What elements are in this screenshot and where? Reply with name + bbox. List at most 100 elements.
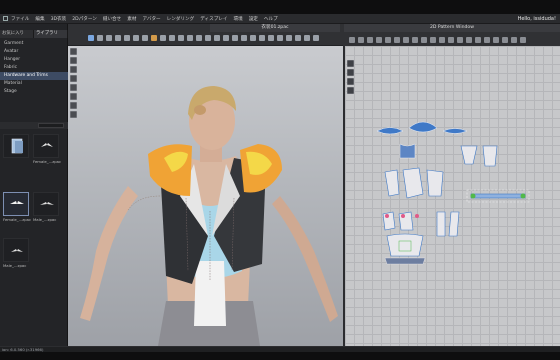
library-item-garment[interactable]: Garment: [0, 40, 68, 48]
2d-darts-icon[interactable]: [412, 36, 418, 43]
garment-shoulder-left: [148, 144, 192, 196]
2d-graphic-icon[interactable]: [457, 36, 463, 43]
move-tool-icon[interactable]: [97, 35, 103, 41]
menu-3d-garment[interactable]: 3D衣装: [51, 16, 67, 22]
2d-pleat-icon[interactable]: [475, 36, 481, 43]
pattern-lower-2: [398, 211, 414, 231]
pattern-strip-2: [448, 211, 460, 237]
thumbnail-male-2[interactable]: Male_...zpac: [3, 238, 31, 272]
library-search-input[interactable]: [38, 123, 64, 128]
2d-select-tool-icon[interactable]: [349, 36, 355, 43]
pattern-visibility-icon[interactable]: [347, 78, 354, 85]
topstitch-tool-icon[interactable]: [214, 35, 220, 41]
2d-circle-icon[interactable]: [394, 36, 400, 43]
graphic-tool-icon[interactable]: [241, 35, 247, 41]
pattern-select-icon[interactable]: [347, 60, 354, 67]
menu-help[interactable]: ヘルプ: [264, 16, 278, 22]
2d-edit-sew-icon[interactable]: [439, 36, 445, 43]
library-item-fabric[interactable]: Fabric: [0, 64, 68, 72]
fold-tool-icon[interactable]: [124, 35, 130, 41]
pattern-belt-selected: [470, 193, 526, 199]
library-item-stage[interactable]: Stage: [0, 88, 68, 96]
2d-rectangle-icon[interactable]: [385, 36, 391, 43]
library-item-avatar[interactable]: Avatar: [0, 48, 68, 56]
trim-tool-icon[interactable]: [223, 35, 229, 41]
texture-tool-icon[interactable]: [232, 35, 238, 41]
2d-polygon-icon[interactable]: [376, 36, 382, 43]
thumbnail-male-1[interactable]: Male_...zpac: [33, 192, 61, 226]
menu-sewing[interactable]: 縫い合せ: [103, 16, 121, 22]
2d-pattern-canvas[interactable]: [343, 46, 560, 346]
display-tool-icon[interactable]: [277, 35, 283, 41]
2d-measure-icon[interactable]: [493, 36, 499, 43]
tack-tool-icon[interactable]: [115, 35, 121, 41]
camera-tool-icon[interactable]: [70, 48, 77, 55]
pattern-edit-icon[interactable]: [347, 69, 354, 76]
arrangement-view-icon[interactable]: [70, 93, 77, 100]
shading-tool-icon[interactable]: [313, 35, 319, 41]
tab-library[interactable]: ライブラリ: [34, 30, 68, 38]
menu-render[interactable]: レンダリング: [167, 16, 195, 22]
arrange-tool-icon[interactable]: [133, 35, 139, 41]
2d-edit-point-icon[interactable]: [358, 36, 364, 43]
select-tool-icon[interactable]: [88, 35, 94, 41]
library-item-hanger[interactable]: Hanger: [0, 56, 68, 64]
tab-favorites[interactable]: お気に入り: [0, 30, 34, 38]
fabric-view-icon[interactable]: [70, 75, 77, 82]
3d-viewport[interactable]: [68, 46, 343, 346]
library-item-hardware-trims[interactable]: Hardware and Trims: [0, 72, 68, 80]
2d-free-sew-icon[interactable]: [430, 36, 436, 43]
menu-edit[interactable]: 編集: [35, 16, 44, 22]
bounding-tool-icon[interactable]: [304, 35, 310, 41]
measure-tool-icon[interactable]: [160, 35, 166, 41]
thumbnail-folder[interactable]: [3, 134, 31, 168]
pin-tool-icon[interactable]: [142, 35, 148, 41]
wireframe-tool-icon[interactable]: [286, 35, 292, 41]
2d-annotation-icon[interactable]: [502, 36, 508, 43]
menu-settings[interactable]: 設定: [249, 16, 258, 22]
pattern-sleeve-1: [460, 145, 478, 165]
library-item-material[interactable]: Material: [0, 80, 68, 88]
pattern-ruffle-mark-3: [415, 214, 419, 218]
2d-texture-icon[interactable]: [448, 36, 454, 43]
avatar-tool-icon[interactable]: [268, 35, 274, 41]
thumbnail-female-2[interactable]: Female_...zpac: [3, 192, 31, 226]
2d-curve-point-icon[interactable]: [367, 36, 373, 43]
simulate-tool-icon[interactable]: [151, 35, 157, 41]
light-view-icon[interactable]: [70, 84, 77, 91]
texture-view-icon[interactable]: [70, 102, 77, 109]
thumbnail-female-1[interactable]: Female_...zpac: [33, 134, 61, 168]
menu-display[interactable]: ディスプレイ: [200, 16, 227, 22]
menu-materials[interactable]: 素材: [127, 16, 136, 22]
library-list: Garment Avatar Hanger Fabric Hardware an…: [0, 40, 68, 96]
app-logo-icon: [3, 16, 8, 21]
avatar-view-icon[interactable]: [70, 57, 77, 64]
pattern-sleeve-2: [482, 145, 498, 167]
menu-file[interactable]: ファイル: [11, 16, 29, 22]
strain-map-icon[interactable]: [187, 35, 193, 41]
menu-environment[interactable]: 環境: [233, 16, 242, 22]
xray-tool-icon[interactable]: [295, 35, 301, 41]
rotate-tool-icon[interactable]: [106, 35, 112, 41]
viewport-file-title: 衣装01.zpac: [210, 24, 340, 32]
style-line-tool-icon[interactable]: [169, 35, 175, 41]
2d-segment-sew-icon[interactable]: [421, 36, 427, 43]
male-garment-thumbnail-icon: [3, 238, 29, 262]
2d-grade-icon[interactable]: [511, 36, 517, 43]
2d-more-icon[interactable]: [520, 36, 526, 43]
render-tool-icon[interactable]: [259, 35, 265, 41]
pattern-layer-icon[interactable]: [347, 87, 354, 94]
zipper-tool-icon[interactable]: [205, 35, 211, 41]
menu-2d-pattern[interactable]: 2Dパターン: [72, 16, 97, 22]
menu-avatar[interactable]: アバター: [142, 16, 160, 22]
2d-fold-icon[interactable]: [466, 36, 472, 43]
fitting-tool-icon[interactable]: [178, 35, 184, 41]
button-tool-icon[interactable]: [196, 35, 202, 41]
pattern-front-panel-2: [402, 167, 424, 199]
user-greeting[interactable]: Hello, issiduda!: [518, 16, 556, 22]
2d-notch-icon[interactable]: [484, 36, 490, 43]
garment-view-icon[interactable]: [70, 66, 77, 73]
2d-internal-line-icon[interactable]: [403, 36, 409, 43]
snapshot-tool-icon[interactable]: [250, 35, 256, 41]
globe-view-icon[interactable]: [70, 111, 77, 118]
